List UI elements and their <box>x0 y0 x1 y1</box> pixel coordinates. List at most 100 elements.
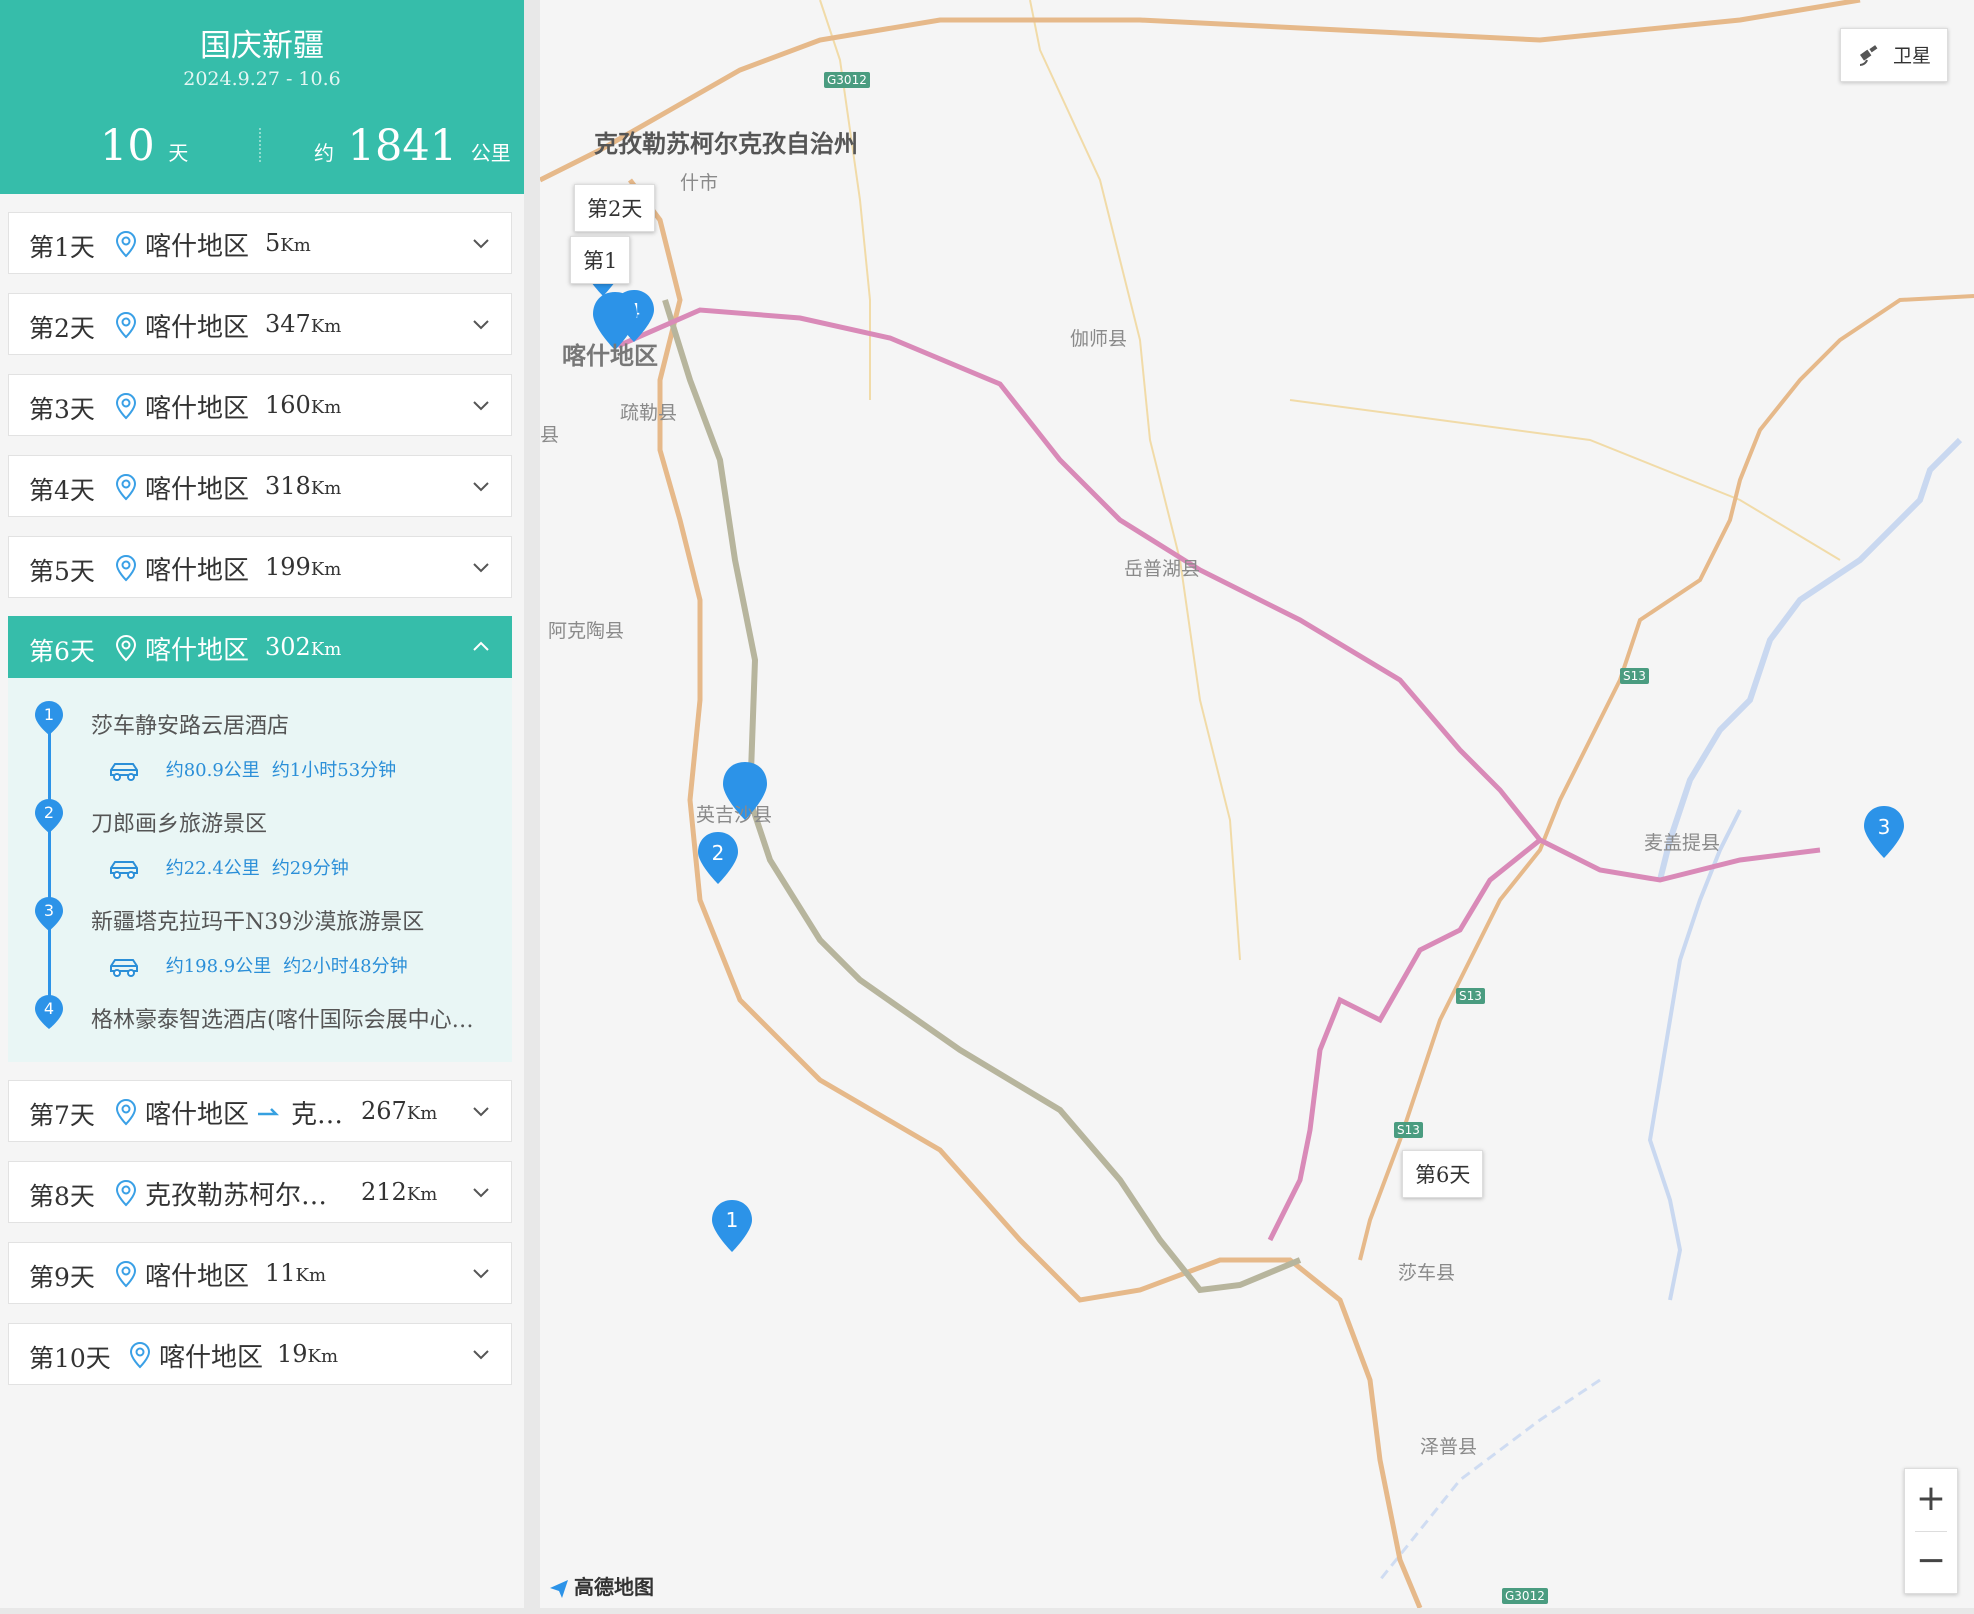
day-label: 第10天 <box>29 1344 111 1373</box>
map-label-zepu: 泽普县 <box>1420 1436 1478 1458</box>
day-5-item[interactable]: 第5天 喀什地区 199Km <box>8 536 512 598</box>
day-km: 212 <box>361 1178 407 1206</box>
day-2-tooltip[interactable]: 第2天 <box>574 184 656 232</box>
step-connector-line <box>48 712 51 1016</box>
day-location: 喀什地区 <box>145 232 250 262</box>
itinerary-sidebar: 国庆新疆 2024.9.27 - 10.6 10 天 约 1841 公里 第1天… <box>0 0 524 1608</box>
day-6-tooltip[interactable]: 第6天 <box>1402 1150 1484 1198</box>
map-label-county: 县 <box>540 424 560 446</box>
location-pin-icon <box>115 554 137 582</box>
trip-days: 10 天 <box>100 118 188 181</box>
map-label-kashgar: 喀什地区 <box>562 342 658 370</box>
map-label-maigaiti: 麦盖提县 <box>1644 832 1721 854</box>
day-distance: 160Km <box>265 391 341 419</box>
amap-logo-icon <box>550 1579 568 1598</box>
chevron-up-icon <box>473 641 489 651</box>
day-8-item[interactable]: 第8天 克孜勒苏柯尔… 212Km <box>8 1161 512 1223</box>
chevron-down-icon <box>473 239 489 249</box>
segment-1: 约80.9公里 约1小时53分钟 <box>108 756 408 782</box>
route-marker[interactable]: 2 <box>698 832 738 884</box>
road-shield-g3012: G3012 <box>1502 1588 1548 1604</box>
stop-4-number: 4 <box>44 999 54 1018</box>
day-distance: 347Km <box>265 310 341 338</box>
river <box>1647 809 1742 1301</box>
local-road <box>819 0 871 400</box>
stop-1-name[interactable]: 莎车静安路云居酒店 <box>91 708 289 740</box>
day-km-unit: Km <box>406 1184 438 1205</box>
map-label-jiashi: 伽师县 <box>1070 328 1128 350</box>
local-road <box>1289 399 1841 561</box>
day-km-unit: Km <box>406 1103 438 1124</box>
header-divider <box>259 128 261 162</box>
day-distance: 19Km <box>277 1340 338 1368</box>
trip-header: 国庆新疆 2024.9.27 - 10.6 10 天 约 1841 公里 <box>0 0 524 194</box>
map-label-prefecture: 克孜勒苏柯尔克孜自治州 <box>594 130 858 158</box>
day-distance: 11Km <box>265 1259 326 1287</box>
stop-4-marker-icon: 4 <box>35 995 63 1029</box>
stop-3-marker-icon: 3 <box>35 897 63 931</box>
stop-4-name[interactable]: 格林豪泰智选酒店(喀什国际会展中心… <box>91 1002 474 1034</box>
day-10-item[interactable]: 第10天 喀什地区 19Km <box>8 1323 512 1385</box>
local-road <box>1029 0 1241 961</box>
segment-3: 约198.9公里 约2小时48分钟 <box>108 952 420 978</box>
zoom-control: + − <box>1904 1468 1958 1594</box>
highway <box>1358 294 1974 1261</box>
day-km: 11 <box>265 1259 296 1287</box>
map-label-shule: 疏勒县 <box>620 402 678 424</box>
chevron-down-icon <box>473 563 489 573</box>
stop-3-name[interactable]: 新疆塔克拉玛干N39沙漠旅游景区 <box>91 904 424 936</box>
road-shield-s13: S13 <box>1394 1122 1423 1138</box>
day-2-item[interactable]: 第2天 喀什地区 347Km <box>8 293 512 355</box>
satellite-toggle-button[interactable]: 卫星 <box>1840 28 1948 82</box>
chevron-down-icon <box>473 482 489 492</box>
car-icon <box>110 763 138 781</box>
day-location-destination: 克… <box>291 1100 344 1130</box>
location-pin-icon <box>129 1341 151 1369</box>
day-1-item[interactable]: 第1天 喀什地区 5Km <box>8 212 512 274</box>
day-km: 160 <box>265 391 311 419</box>
day-label: 第1天 <box>29 233 95 262</box>
day-distance: 5Km <box>265 229 311 257</box>
day-distance: 212Km <box>361 1178 437 1206</box>
day-location: 喀什地区 <box>145 1262 250 1292</box>
day-location: 喀什地区 <box>145 636 250 666</box>
day-distance: 318Km <box>265 472 341 500</box>
zoom-out-button[interactable]: − <box>1905 1531 1957 1593</box>
day-3-item[interactable]: 第3天 喀什地区 160Km <box>8 374 512 436</box>
stop-2-name[interactable]: 刀郎画乡旅游景区 <box>91 806 267 838</box>
day-label: 第2天 <box>29 314 95 343</box>
day-6-item[interactable]: 第6天 喀什地区 302Km <box>8 616 512 678</box>
route-marker[interactable]: 1 <box>712 1200 752 1252</box>
day-label: 第4天 <box>29 476 95 505</box>
map-label-yingjisha: 英吉沙县 <box>696 804 773 826</box>
trip-title: 国庆新疆 <box>200 28 324 64</box>
map-label-kashgar-city: 什市 <box>680 172 719 194</box>
day-6-detail: 1 莎车静安路云居酒店 约80.9公里 约1小时53分钟 2 刀郎画乡旅游景区 约… <box>8 678 512 1062</box>
day-7-item[interactable]: 第7天 喀什地区 克… 267Km <box>8 1080 512 1142</box>
day-location: 喀什地区 <box>145 475 250 505</box>
route-marker[interactable]: 3 <box>1864 806 1904 858</box>
segment-duration: 约2小时48分钟 <box>283 956 408 977</box>
location-pin-icon <box>115 230 137 258</box>
map-label-shache: 莎车县 <box>1398 1262 1456 1284</box>
car-icon <box>110 959 138 977</box>
day-distance: 199Km <box>265 553 341 581</box>
chevron-down-icon <box>473 320 489 330</box>
day-km: 267 <box>361 1097 407 1125</box>
route-marker-1-number: 1 <box>726 1208 739 1232</box>
zoom-in-button[interactable]: + <box>1905 1469 1957 1531</box>
map-label-aketao: 阿克陶县 <box>548 620 625 642</box>
route-map[interactable]: 1 2 3 4 克孜勒苏柯尔克孜自治州 什市 喀什地区 疏勒县 县 伽师县 岳普… <box>540 0 1974 1608</box>
day-label: 第7天 <box>29 1101 95 1130</box>
day-km-unit: Km <box>280 235 311 256</box>
day-km-unit: Km <box>307 1346 339 1367</box>
day-km-unit: Km <box>310 478 342 499</box>
day-4-item[interactable]: 第4天 喀什地区 318Km <box>8 455 512 517</box>
chevron-down-icon <box>473 1350 489 1360</box>
chevron-down-icon <box>473 1269 489 1279</box>
route-marker-2-number: 2 <box>712 841 725 865</box>
trip-days-number: 10 <box>100 121 155 171</box>
day-1-tooltip[interactable]: 第1 <box>570 236 631 284</box>
day-9-item[interactable]: 第9天 喀什地区 11Km <box>8 1242 512 1304</box>
day-km: 5 <box>265 229 281 257</box>
